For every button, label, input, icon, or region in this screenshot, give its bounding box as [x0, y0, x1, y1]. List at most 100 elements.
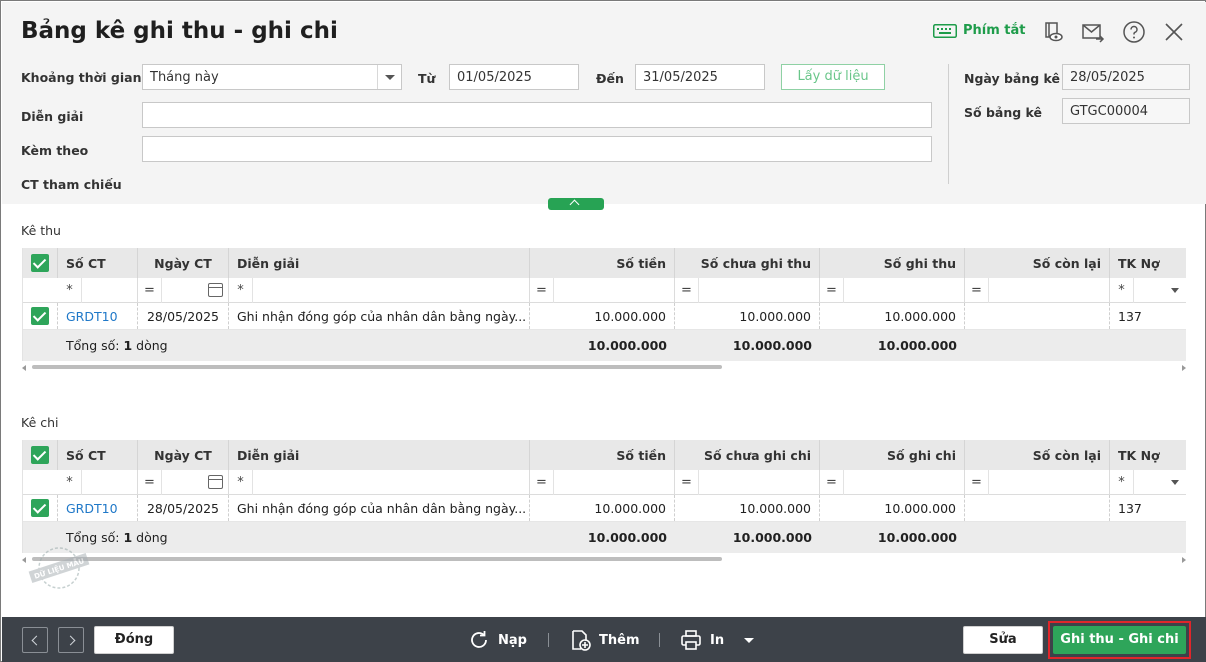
filter-amount-input[interactable] — [554, 278, 675, 303]
fetch-data-button[interactable]: Lấy dữ liệu — [781, 64, 885, 90]
filter-operator[interactable]: * — [58, 470, 82, 495]
col-header-doc-no[interactable]: Số CT — [58, 440, 138, 470]
filter-operator[interactable]: = — [820, 470, 844, 495]
calendar-icon[interactable] — [208, 283, 223, 297]
chevron-down-icon[interactable] — [377, 65, 401, 89]
filter-doc-no-input[interactable] — [82, 278, 138, 303]
table-row[interactable]: GRDT10 28/05/2025 Ghi nhận đóng góp của … — [23, 495, 1186, 522]
cell-recorded[interactable]: 10.000.000 — [820, 303, 965, 329]
chevron-down-icon[interactable] — [1171, 288, 1179, 293]
filter-date-input[interactable] — [162, 278, 229, 303]
filter-operator[interactable]: * — [1110, 470, 1134, 495]
cell-doc-no-link[interactable]: GRDT10 — [58, 495, 138, 521]
filter-operator[interactable]: = — [138, 278, 162, 303]
list-no-input[interactable]: GTGC00004 — [1062, 98, 1190, 124]
cell-amount: 10.000.000 — [530, 495, 675, 521]
col-header-doc-no[interactable]: Số CT — [58, 248, 138, 278]
attached-input[interactable] — [142, 136, 932, 162]
filter-unrecorded-input[interactable] — [699, 278, 820, 303]
attached-label: Kèm theo — [21, 143, 89, 158]
select-all-checkbox[interactable] — [23, 440, 58, 470]
filter-desc-input[interactable] — [253, 278, 530, 303]
calendar-icon[interactable] — [208, 475, 223, 489]
filter-operator[interactable]: = — [965, 278, 989, 303]
filter-operator[interactable]: = — [965, 470, 989, 495]
reload-button[interactable]: Nạp — [468, 627, 527, 653]
collapse-form-toggle[interactable] — [548, 198, 604, 210]
filter-debit-select[interactable] — [1134, 470, 1186, 495]
col-header-desc[interactable]: Diễn giải — [229, 248, 530, 278]
col-header-recorded[interactable]: Số ghi thu — [820, 248, 965, 278]
shortcut-button[interactable]: Phím tắt — [933, 23, 1026, 38]
col-header-date[interactable]: Ngày CT — [138, 440, 229, 470]
filter-operator[interactable]: * — [58, 278, 82, 303]
scroll-right-icon[interactable] — [1182, 365, 1186, 371]
to-label: Đến — [596, 71, 624, 86]
print-button[interactable]: In — [680, 627, 755, 653]
cell-recorded[interactable]: 10.000.000 — [820, 495, 965, 521]
total-unrecorded: 10.000.000 — [732, 338, 812, 353]
col-header-date[interactable]: Ngày CT — [138, 248, 229, 278]
view-guide-icon[interactable] — [1041, 20, 1065, 44]
filter-recorded-input[interactable] — [844, 470, 965, 495]
edit-button[interactable]: Sửa — [963, 626, 1043, 654]
col-header-unrecorded[interactable]: Số chưa ghi thu — [675, 248, 820, 278]
col-header-unrecorded[interactable]: Số chưa ghi chi — [675, 440, 820, 470]
scroll-thumb[interactable] — [32, 557, 722, 561]
filter-amount-input[interactable] — [554, 470, 675, 495]
filter-doc-no-input[interactable] — [82, 470, 138, 495]
period-select[interactable]: Tháng này — [142, 64, 402, 90]
col-header-debit[interactable]: TK Nợ — [1110, 440, 1186, 470]
col-header-desc[interactable]: Diễn giải — [229, 440, 530, 470]
filter-operator[interactable]: * — [1110, 278, 1134, 303]
filter-operator[interactable]: = — [530, 278, 554, 303]
scroll-thumb[interactable] — [32, 365, 722, 369]
col-header-remaining[interactable]: Số còn lại — [965, 440, 1110, 470]
income-horizontal-scrollbar[interactable] — [22, 364, 1186, 371]
cell-doc-no-link[interactable]: GRDT10 — [58, 303, 138, 329]
next-record-button[interactable] — [58, 627, 84, 653]
record-income-expense-button[interactable]: Ghi thu - Ghi chi — [1053, 626, 1186, 654]
scroll-left-icon[interactable] — [22, 365, 26, 371]
cell-debit[interactable]: 137 — [1110, 495, 1186, 521]
col-header-amount[interactable]: Số tiền — [530, 440, 675, 470]
col-header-debit[interactable]: TK Nợ — [1110, 248, 1186, 278]
filter-remaining-input[interactable] — [989, 470, 1110, 495]
previous-record-button[interactable] — [22, 627, 48, 653]
close-button[interactable]: Đóng — [94, 626, 174, 654]
filter-debit-select[interactable] — [1134, 278, 1186, 303]
filter-operator[interactable]: = — [675, 470, 699, 495]
print-dropdown-icon[interactable] — [744, 637, 755, 643]
scroll-left-icon[interactable] — [22, 557, 26, 563]
filter-date-input[interactable] — [162, 470, 229, 495]
chevron-down-icon[interactable] — [1171, 480, 1179, 485]
filter-desc-input[interactable] — [253, 470, 530, 495]
list-date-input[interactable]: 28/05/2025 — [1062, 64, 1190, 90]
add-button[interactable]: Thêm — [569, 627, 640, 653]
cell-debit[interactable]: 137 — [1110, 303, 1186, 329]
description-input[interactable] — [142, 102, 932, 128]
close-icon[interactable] — [1162, 20, 1186, 44]
scroll-right-icon[interactable] — [1182, 557, 1186, 563]
row-checkbox[interactable] — [23, 495, 58, 521]
filter-unrecorded-input[interactable] — [699, 470, 820, 495]
help-icon[interactable] — [1122, 20, 1146, 44]
filter-remaining-input[interactable] — [989, 278, 1110, 303]
select-all-checkbox[interactable] — [23, 248, 58, 278]
col-header-remaining[interactable]: Số còn lại — [965, 248, 1110, 278]
filter-operator[interactable]: * — [229, 470, 253, 495]
col-header-amount[interactable]: Số tiền — [530, 248, 675, 278]
filter-recorded-input[interactable] — [844, 278, 965, 303]
filter-operator[interactable]: = — [675, 278, 699, 303]
to-date-input[interactable]: 31/05/2025 — [635, 64, 765, 90]
filter-operator[interactable]: = — [138, 470, 162, 495]
from-date-input[interactable]: 01/05/2025 — [449, 64, 579, 90]
row-checkbox[interactable] — [23, 303, 58, 329]
filter-operator[interactable]: = — [820, 278, 844, 303]
col-header-recorded[interactable]: Số ghi chi — [820, 440, 965, 470]
filter-operator[interactable]: = — [530, 470, 554, 495]
expense-horizontal-scrollbar[interactable] — [22, 556, 1186, 563]
filter-operator[interactable]: * — [229, 278, 253, 303]
send-mail-icon[interactable] — [1081, 20, 1105, 44]
table-row[interactable]: GRDT10 28/05/2025 Ghi nhận đóng góp của … — [23, 303, 1186, 330]
